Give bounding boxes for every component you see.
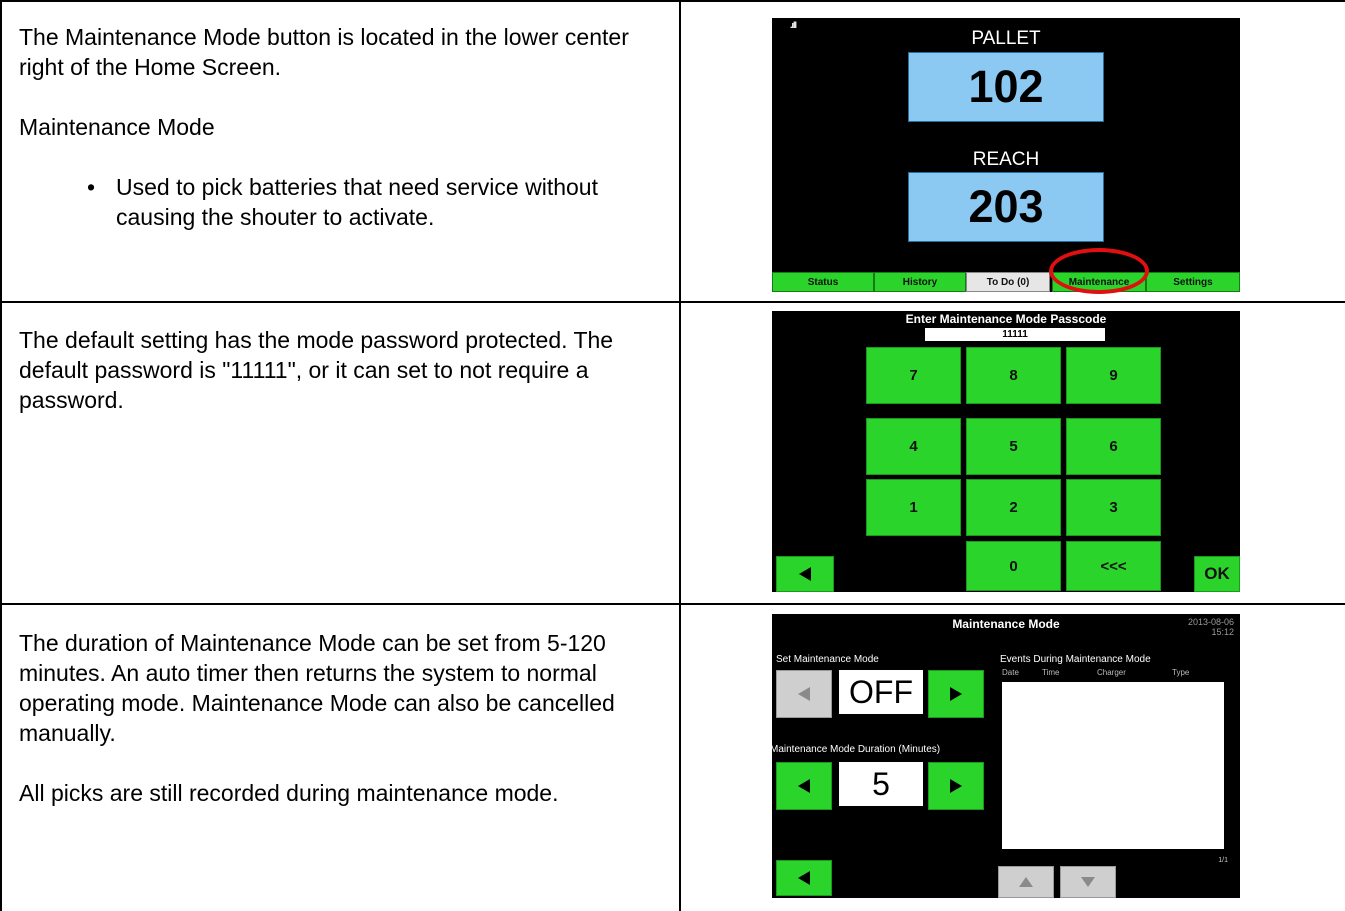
passcode-title: Enter Maintenance Mode Passcode <box>905 312 1107 326</box>
right-arrow-icon <box>950 779 962 793</box>
key-7[interactable]: 7 <box>866 347 961 404</box>
backspace-button[interactable]: <<< <box>1066 541 1161 591</box>
key-1[interactable]: 1 <box>866 479 961 536</box>
reach-label: REACH <box>972 149 1040 170</box>
right-arrow-icon <box>950 687 962 701</box>
duration-label: Maintenance Mode Duration (Minutes) <box>772 744 941 755</box>
events-list[interactable] <box>1002 682 1224 849</box>
down-arrow-icon <box>1081 877 1095 887</box>
reach-value[interactable]: 203 <box>908 172 1104 242</box>
left-arrow-icon <box>798 779 810 793</box>
set-mode-label: Set Maintenance Mode <box>776 654 879 665</box>
row3-paragraph-2: All picks are still recorded during main… <box>19 780 559 806</box>
table-border-middle <box>679 0 681 911</box>
bullet-icon: • <box>87 174 96 200</box>
mode-prev-button[interactable] <box>776 670 832 718</box>
list-item: • Used to pick batteries that need servic… <box>19 172 659 232</box>
events-label: Events During Maintenance Mode <box>1000 654 1151 665</box>
key-3[interactable]: 3 <box>1066 479 1161 536</box>
table-border-row2 <box>0 603 1345 605</box>
up-arrow-icon <box>1019 877 1033 887</box>
datetime-readout: 2013-08-06 15:12 <box>1188 617 1234 637</box>
page-indicator: 1/1 <box>1218 857 1228 864</box>
home-tab-bar: Status History To Do (0) Maintenance Set… <box>772 272 1240 292</box>
pallet-value[interactable]: 102 <box>908 52 1104 122</box>
column-charger: Charger <box>1097 668 1126 677</box>
mode-next-button[interactable] <box>928 670 984 718</box>
left-arrow-icon <box>799 567 811 581</box>
mode-value: OFF <box>839 670 923 714</box>
date-text: 2013-08-06 <box>1187 617 1234 627</box>
duration-decrease-button[interactable] <box>776 762 832 810</box>
row1-text: The Maintenance Mode button is located i… <box>19 22 659 232</box>
left-arrow-icon <box>798 687 810 701</box>
tab-settings[interactable]: Settings <box>1146 272 1240 292</box>
row1-paragraph-1: The Maintenance Mode button is located i… <box>19 24 629 80</box>
tab-status[interactable]: Status <box>772 272 874 292</box>
key-8[interactable]: 8 <box>966 347 1061 404</box>
row3-text: The duration of Maintenance Mode can be … <box>19 628 659 808</box>
home-screen-image: .ıll PALLET 102 REACH 203 Status History… <box>772 18 1240 292</box>
document-table: The Maintenance Mode button is located i… <box>0 0 1345 911</box>
row2-text: The default setting has the mode passwor… <box>19 325 659 415</box>
highlight-circle <box>1049 248 1149 294</box>
key-2[interactable]: 2 <box>966 479 1061 536</box>
row3-paragraph-1: The duration of Maintenance Mode can be … <box>19 630 615 746</box>
key-0[interactable]: 0 <box>966 541 1061 591</box>
back-button[interactable] <box>776 860 832 896</box>
pallet-label: PALLET <box>971 28 1041 49</box>
left-arrow-icon <box>798 871 810 885</box>
passcode-screen-image: Enter Maintenance Mode Passcode 11111 7 … <box>772 311 1240 592</box>
passcode-field[interactable]: 11111 <box>925 328 1105 341</box>
scroll-up-button[interactable] <box>998 866 1054 898</box>
column-time: Time <box>1042 668 1060 677</box>
key-6[interactable]: 6 <box>1066 418 1161 475</box>
maintenance-screen-image: Maintenance Mode 2013-08-06 15:12 Set Ma… <box>772 614 1240 898</box>
ok-button[interactable]: OK <box>1194 556 1240 592</box>
table-border-left <box>0 0 2 911</box>
bullet-text: Used to pick batteries that need service… <box>116 174 598 230</box>
column-type: Type <box>1172 668 1190 677</box>
table-border-row1 <box>0 301 1345 303</box>
maintenance-title: Maintenance Mode <box>952 617 1060 631</box>
column-date: Date <box>1002 668 1019 677</box>
key-5[interactable]: 5 <box>966 418 1061 475</box>
tab-history[interactable]: History <box>874 272 966 292</box>
row2-paragraph-1: The default setting has the mode passwor… <box>19 327 614 413</box>
scroll-down-button[interactable] <box>1060 866 1116 898</box>
key-4[interactable]: 4 <box>866 418 961 475</box>
row1-bullet-list: • Used to pick batteries that need servic… <box>19 172 659 232</box>
duration-increase-button[interactable] <box>928 762 984 810</box>
time-text: 15:12 <box>1211 627 1234 637</box>
table-border-top <box>0 0 1345 2</box>
row1-paragraph-2: Maintenance Mode <box>19 114 215 140</box>
key-9[interactable]: 9 <box>1066 347 1161 404</box>
duration-value: 5 <box>839 762 923 806</box>
tab-todo[interactable]: To Do (0) <box>966 272 1050 292</box>
back-button[interactable] <box>776 556 834 592</box>
